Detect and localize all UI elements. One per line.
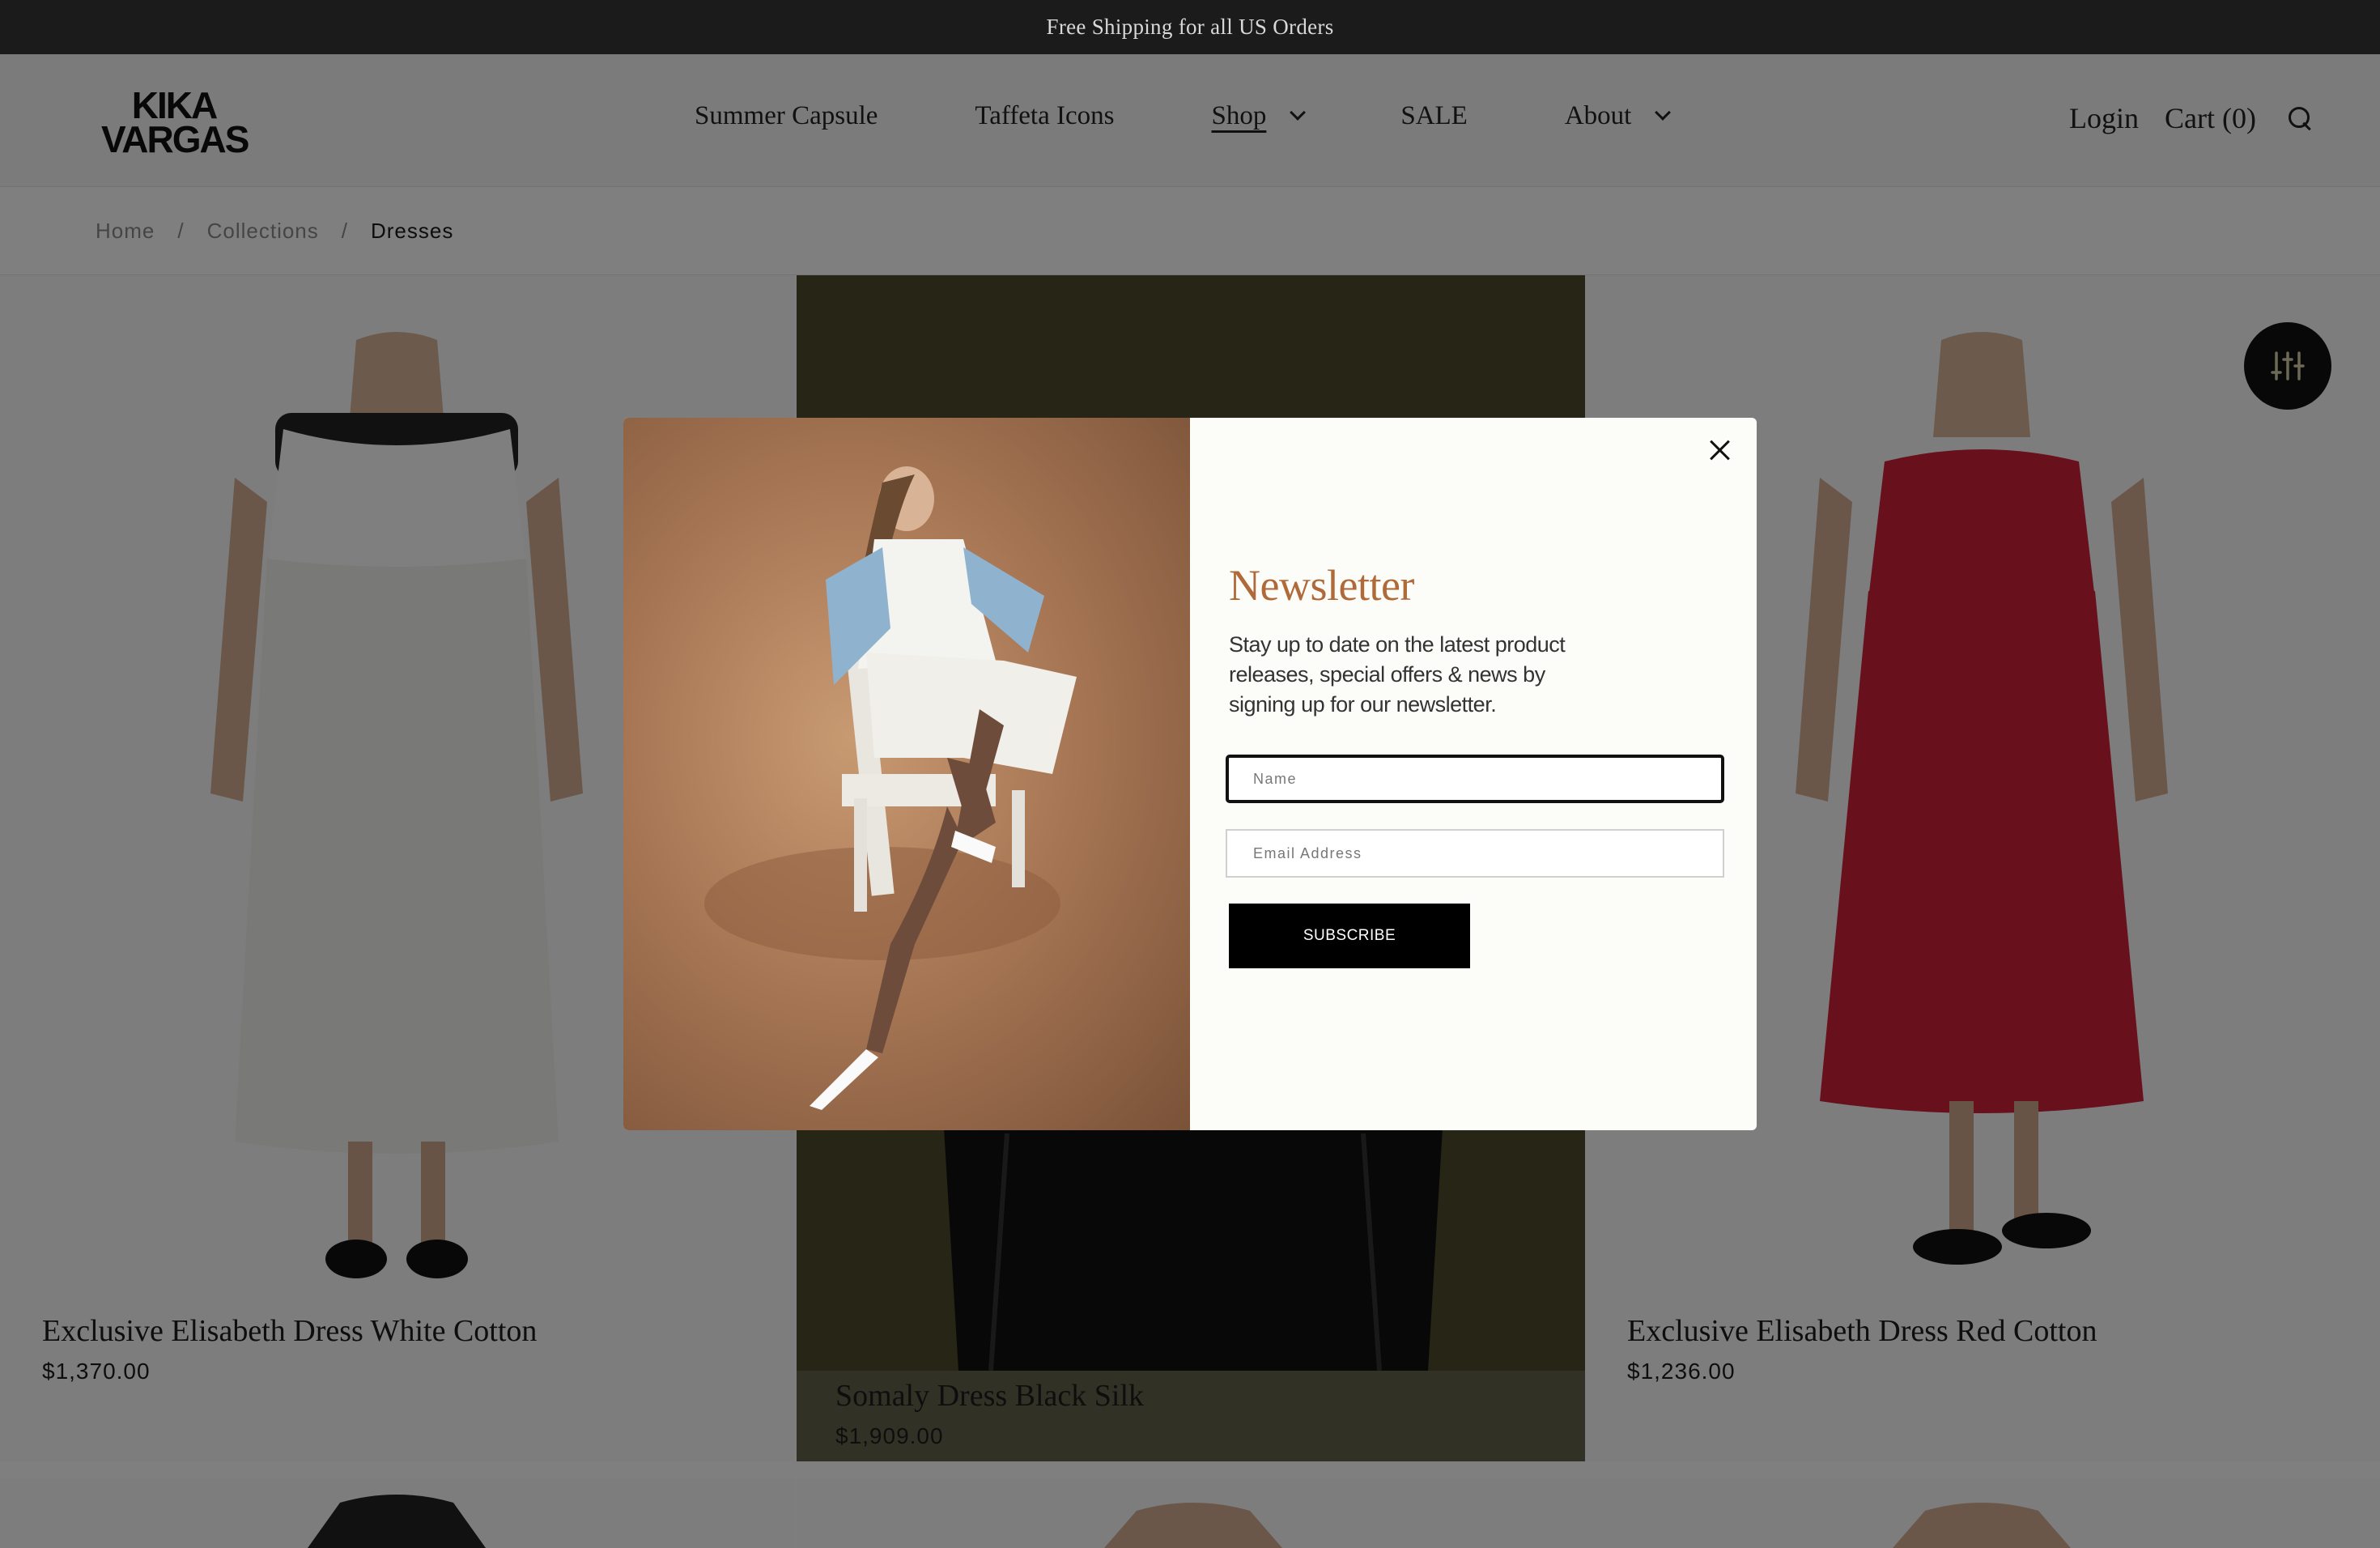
newsletter-form-panel: Newsletter Stay up to date on the latest… (1190, 418, 1757, 1130)
close-icon[interactable] (1703, 434, 1736, 466)
announcement-bar: Free Shipping for all US Orders (0, 0, 2380, 54)
subscribe-button[interactable]: SUBSCRIBE (1229, 904, 1470, 968)
announcement-text: Free Shipping for all US Orders (1046, 15, 1334, 39)
newsletter-modal: Newsletter Stay up to date on the latest… (623, 418, 1757, 1130)
newsletter-image (623, 418, 1190, 1130)
name-field[interactable]: Name (1226, 755, 1724, 803)
email-field[interactable]: Email Address (1226, 829, 1724, 878)
newsletter-title: Newsletter (1229, 561, 1414, 610)
newsletter-description: Stay up to date on the latest product re… (1229, 632, 1566, 717)
